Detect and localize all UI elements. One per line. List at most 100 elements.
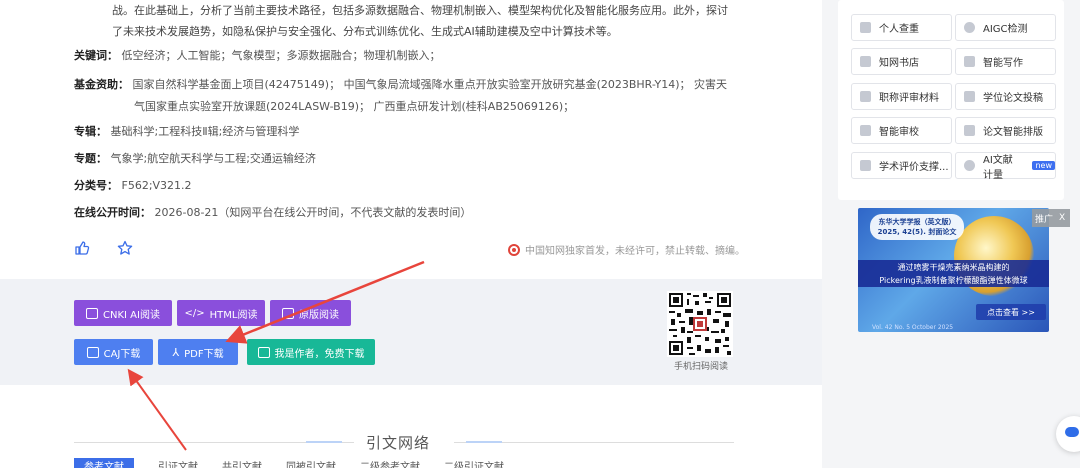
sidebar-item-label: 学位论文投稿: [983, 93, 1043, 104]
button-label: CNKI AI阅读: [103, 309, 160, 321]
author-free-download-button[interactable]: 我是作者，免费下载: [247, 339, 375, 365]
sidebar-item-smart-writing[interactable]: 智能写作: [955, 48, 1056, 75]
code-icon: </>: [184, 307, 205, 319]
tab-citing[interactable]: 引证文献: [158, 458, 198, 468]
sidebar-item-label: 个人查重: [879, 24, 919, 35]
citation-network-header: 引文网络: [74, 430, 734, 454]
button-label: CAJ下载: [103, 348, 141, 360]
review-icon: [860, 125, 871, 136]
button-label: 原版阅读: [299, 309, 339, 321]
online-time-row: 在线公开时间： 2026-08-21（知网平台在线公开时间，不代表文献的发表时间…: [74, 203, 774, 223]
series-row: 专辑： 基础科学;工程科技Ⅱ辑;经济与管理科学: [74, 122, 774, 142]
journal-ad-banner[interactable]: 东华大学学报（英文版） 2025, 42(5). 封面论文 通过喷雾干燥壳素纳米…: [858, 208, 1049, 332]
pdf-icon: ⅄: [172, 345, 180, 359]
file-icon: [860, 91, 871, 102]
stack-icon: [860, 160, 871, 171]
qr-label: 手机扫码阅读: [673, 362, 728, 372]
topic-row: 专题： 气象学;航空航天科学与工程;交通运输经济: [74, 149, 774, 169]
book-icon: [860, 56, 871, 67]
pdf-download-button[interactable]: ⅄ PDF下载: [158, 339, 238, 365]
abstract-line: 战。在此基础上，分析了当前主要技术路径，包括多源数据融合、物理机制嵌入、模型架构…: [112, 4, 728, 17]
ad-headline-line: 通过喷雾干燥壳素纳米晶构建的: [897, 263, 1010, 272]
abstract-text: 战。在此基础上，分析了当前主要技术路径，包括多源数据融合、物理机制嵌入、模型架构…: [112, 0, 772, 42]
pen-icon: [964, 56, 975, 67]
original-read-button[interactable]: 原版阅读: [270, 300, 351, 326]
button-label: 我是作者，免费下载: [274, 348, 365, 360]
keywords-label: 关键词：: [74, 49, 118, 62]
abstract-line: 了未来技术发展趋势，如隐私保护与安全强化、分布式训练优化、生成式AI辅助建模及空…: [112, 25, 618, 38]
ad-journal-name: 东华大学学报（英文版）: [878, 218, 956, 226]
sidebar-item-title-review[interactable]: 职称评审材料: [851, 83, 952, 110]
article-metadata: 战。在此基础上，分析了当前主要技术路径，包括多源数据融合、物理机制嵌入、模型架构…: [0, 0, 822, 278]
close-icon[interactable]: X: [1059, 213, 1065, 223]
upload-icon: [964, 91, 975, 102]
ad-journal-badge: 东华大学学报（英文版） 2025, 42(5). 封面论文: [870, 214, 964, 240]
button-label: PDF下载: [184, 348, 224, 360]
article-main: 战。在此基础上，分析了当前主要技术路径，包括多源数据融合、物理机制嵌入、模型架构…: [0, 0, 822, 468]
sidebar-item-label: 职称评审材料: [879, 93, 939, 104]
tab-co-citing[interactable]: 共引文献: [222, 458, 262, 468]
assistant-float-icon[interactable]: [1056, 416, 1080, 452]
layout-icon: [964, 125, 975, 136]
caj-download-button[interactable]: CAJ下载: [74, 339, 153, 365]
citation-tabs: 参考文献 引证文献 共引文献 同被引文献 二级参考文献 二级引证文献: [74, 458, 528, 468]
ad-promo-tag[interactable]: 推广 X: [1032, 209, 1070, 227]
cnki-ai-read-button[interactable]: CNKI AI阅读: [74, 300, 172, 326]
doc-check-icon: [860, 22, 871, 33]
keywords-value[interactable]: 低空经济；人工智能；气象模型；多源数据融合；物理机制嵌入；: [122, 49, 441, 62]
notice-text: 中国知网独家首发，未经许可，禁止转载、摘编。: [525, 246, 745, 257]
sidebar-item-aigc-detect[interactable]: AIGC检测: [955, 14, 1056, 41]
sidebar-item-label: 学术评价支撑...: [879, 162, 949, 173]
tab-references[interactable]: 参考文献: [74, 458, 134, 468]
tab-secondary-references[interactable]: 二级参考文献: [360, 458, 420, 468]
keywords-row: 关键词： 低空经济；人工智能；气象模型；多源数据融合；物理机制嵌入；: [74, 46, 774, 66]
classification-label: 分类号：: [74, 179, 118, 192]
online-time-label: 在线公开时间：: [74, 206, 151, 219]
new-badge: new: [1032, 161, 1055, 170]
ad-tag-label: 推广: [1035, 214, 1054, 225]
tab-co-cited[interactable]: 同被引文献: [286, 458, 336, 468]
funding-label: 基金资助：: [74, 78, 129, 91]
sidebar-item-ai-bibliometrics[interactable]: AI文献计量 new: [955, 152, 1056, 181]
sidebar-tools-panel: 个人查重 AIGC检测 知网书店 智能写作 职称评审材料 学位论文投稿 智能审校…: [838, 0, 1064, 200]
classification-value: F562;V321.2: [121, 179, 192, 192]
sidebar-item-label: 智能写作: [983, 58, 1023, 69]
series-label: 专辑：: [74, 125, 107, 138]
ad-view-more-button[interactable]: 点击查看 >>: [976, 304, 1046, 320]
copyright-notice: 中国知网独家首发，未经许可，禁止转载、摘编。: [508, 242, 745, 257]
sidebar-item-academic-eval[interactable]: 学术评价支撑...: [851, 152, 952, 179]
ai-icon: [964, 160, 975, 171]
sidebar-item-thesis-submit[interactable]: 学位论文投稿: [955, 83, 1056, 110]
classification-row: 分类号： F562;V321.2: [74, 176, 774, 196]
sidebar-item-smart-layout[interactable]: 论文智能排版: [955, 117, 1056, 144]
exclusive-icon: [508, 243, 520, 256]
ai-read-icon: [86, 307, 99, 319]
sidebar-item-label: 智能审校: [879, 127, 919, 138]
button-label: HTML阅读: [209, 309, 258, 321]
sidebar-item-plagiarism-check[interactable]: 个人查重: [851, 14, 952, 41]
topic-label: 专题：: [74, 152, 107, 165]
sidebar-item-label: 论文智能排版: [983, 127, 1043, 138]
funding-value-continued[interactable]: 气国家重点实验室开放课题(2024LASW-B19)； 广西重点研发计划(桂科A…: [134, 96, 774, 118]
sidebar-item-label: 知网书店: [879, 58, 919, 69]
sidebar-item-label: AI文献计量: [983, 154, 1013, 181]
online-time-value: 2026-08-21（知网平台在线公开时间，不代表文献的发表时间）: [154, 206, 472, 219]
aigc-icon: [964, 22, 975, 33]
funding-value[interactable]: 国家自然科学基金面上项目(42475149)； 中国气象局流域强降水重点开放实验…: [133, 78, 728, 91]
divider-accent: [306, 441, 342, 443]
funding-row: 基金资助： 国家自然科学基金面上项目(42475149)； 中国气象局流域强降水…: [74, 74, 774, 96]
series-value: 基础科学;工程科技Ⅱ辑;经济与管理科学: [110, 125, 300, 138]
citation-network-title: 引文网络: [366, 434, 431, 452]
qr-code: [667, 291, 733, 357]
ad-issue: 2025, 42(5). 封面论文: [877, 228, 957, 236]
book-open-icon: [282, 307, 294, 319]
divider-accent: [466, 441, 502, 443]
tab-secondary-citing[interactable]: 二级引证文献: [444, 458, 504, 468]
html-read-button[interactable]: </> HTML阅读: [177, 300, 265, 326]
sidebar-item-smart-proofread[interactable]: 智能审校: [851, 117, 952, 144]
thumbs-up-icon[interactable]: [74, 240, 90, 256]
star-icon[interactable]: [117, 240, 133, 256]
ad-volume: Vol. 42 No. 5 October 2025: [872, 324, 954, 331]
sidebar-item-bookstore[interactable]: 知网书店: [851, 48, 952, 75]
topic-value: 气象学;航空航天科学与工程;交通运输经济: [110, 152, 316, 165]
